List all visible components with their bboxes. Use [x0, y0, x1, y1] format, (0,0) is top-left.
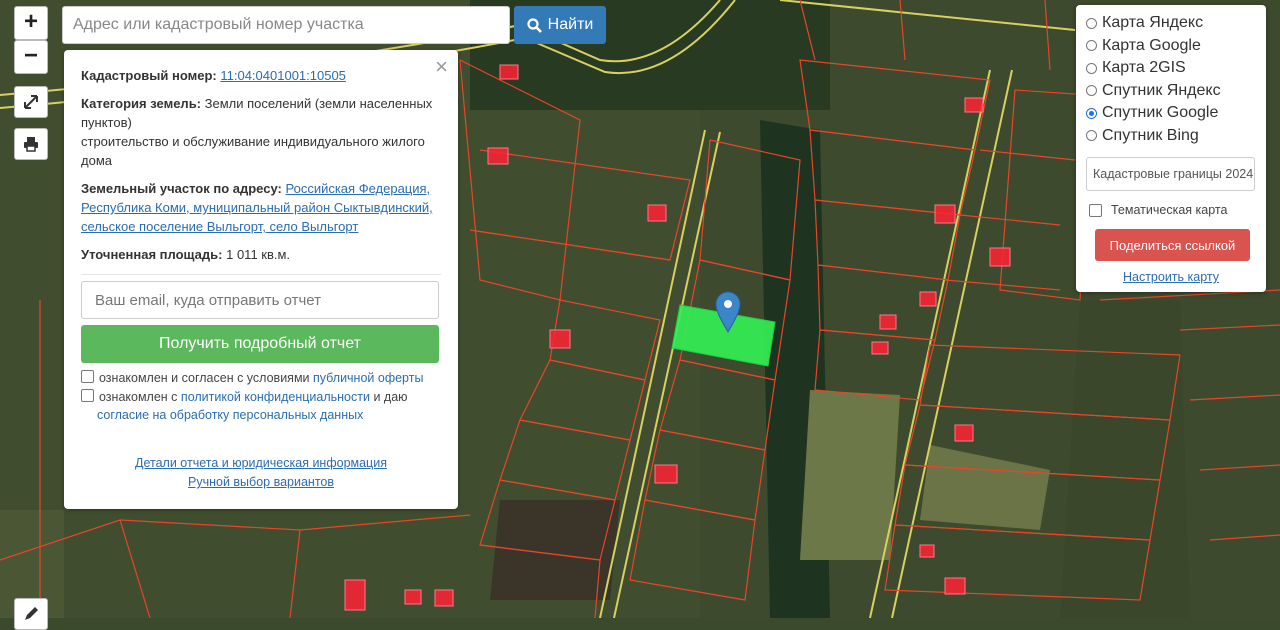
share-link-button[interactable]: Поделиться ссылкой [1095, 229, 1250, 261]
area-row: Уточненная площадь: 1 011 кв.м. [81, 245, 441, 264]
privacy-consent-text: ознакомлен с [99, 390, 178, 404]
layer-panel: Карта Яндекс Карта Google Карта 2GIS Спу… [1076, 5, 1266, 292]
offer-consent-row: ознакомлен и согласен с условиями публич… [81, 369, 441, 387]
layer-label: Карта 2GIS [1102, 59, 1186, 77]
layer-label: Спутник Bing [1102, 126, 1199, 144]
divider [81, 274, 441, 275]
thematic-map-label: Тематическая карта [1111, 203, 1228, 217]
layer-option[interactable]: Карта Google [1086, 35, 1256, 58]
land-category-row: Категория земель: Земли поселений (земли… [81, 94, 441, 132]
close-icon[interactable]: × [435, 56, 448, 78]
cadastral-number-link[interactable]: 11:04:0401001:10505 [220, 68, 346, 83]
radio-button[interactable] [1086, 40, 1097, 52]
layer-label: Карта Яндекс [1102, 14, 1204, 32]
zoom-in-button[interactable]: + [14, 6, 48, 40]
boundaries-select[interactable]: Кадастровые границы 2024 [1086, 157, 1255, 191]
radio-button[interactable] [1086, 85, 1097, 97]
layer-option[interactable]: Спутник Bing [1086, 125, 1256, 148]
privacy-consent-row: ознакомлен с политикой конфиденциальност… [81, 388, 441, 424]
search-icon [527, 17, 542, 33]
thematic-map-checkbox[interactable] [1089, 203, 1102, 217]
privacy-consent-text-2: и даю [373, 390, 408, 404]
report-details-link[interactable]: Детали отчета и юридическая информация [135, 456, 387, 470]
fullscreen-button[interactable] [14, 86, 48, 118]
address-label: Земельный участок по адресу: [81, 181, 282, 196]
draw-button[interactable] [14, 598, 48, 630]
panel-footer-links: Детали отчета и юридическая информация Р… [81, 454, 441, 492]
configure-row: Настроить карту [1086, 270, 1256, 284]
pencil-icon [25, 607, 38, 620]
printer-icon [24, 137, 38, 152]
expand-icon [24, 95, 38, 109]
address-row: Земельный участок по адресу: Российская … [81, 179, 441, 236]
get-report-button[interactable]: Получить подробный отчет [81, 325, 439, 363]
area-value: 1 011 кв.м. [226, 247, 291, 262]
cadastral-label: Кадастровый номер: [81, 68, 217, 83]
area-label: Уточненная площадь: [81, 247, 223, 262]
offer-consent-text: ознакомлен и согласен с условиями [99, 371, 310, 385]
search-button[interactable]: Найти [514, 6, 606, 44]
email-field[interactable] [81, 281, 439, 319]
configure-map-link[interactable]: Настроить карту [1123, 270, 1219, 284]
layer-option[interactable]: Карта 2GIS [1086, 57, 1256, 80]
search-input[interactable] [62, 6, 510, 44]
public-offer-link[interactable]: публичной оферты [313, 371, 423, 385]
parcel-info-panel: × Кадастровый номер: 11:04:0401001:10505… [64, 50, 458, 509]
layer-option[interactable]: Спутник Яндекс [1086, 80, 1256, 103]
search-button-label: Найти [547, 16, 594, 33]
radio-button[interactable] [1086, 130, 1097, 142]
radio-button[interactable] [1086, 62, 1097, 74]
layer-label: Спутник Яндекс [1102, 81, 1221, 99]
privacy-consent-checkbox[interactable] [81, 389, 94, 402]
zoom-out-button[interactable]: − [14, 40, 48, 74]
layer-label: Спутник Google [1102, 104, 1219, 122]
data-processing-link[interactable]: согласие на обработку персональных данны… [97, 408, 363, 422]
offer-consent-checkbox[interactable] [81, 370, 94, 383]
land-usage: строительство и обслуживание индивидуаль… [81, 134, 425, 168]
layer-option-selected[interactable]: Спутник Google [1086, 102, 1256, 125]
radio-button[interactable] [1086, 17, 1097, 29]
radio-button-checked[interactable] [1086, 107, 1097, 119]
manual-selection-link[interactable]: Ручной выбор вариантов [188, 475, 334, 489]
thematic-map-row: Тематическая карта [1086, 203, 1256, 217]
print-button[interactable] [14, 128, 48, 160]
boundaries-select-value: Кадастровые границы 2024 [1093, 167, 1254, 181]
land-category-label: Категория земель: [81, 96, 202, 111]
cadastral-number-row: Кадастровый номер: 11:04:0401001:10505 [81, 66, 441, 85]
privacy-policy-link[interactable]: политикой конфиденциальности [181, 390, 370, 404]
layer-label: Карта Google [1102, 36, 1201, 54]
layer-option[interactable]: Карта Яндекс [1086, 12, 1256, 35]
